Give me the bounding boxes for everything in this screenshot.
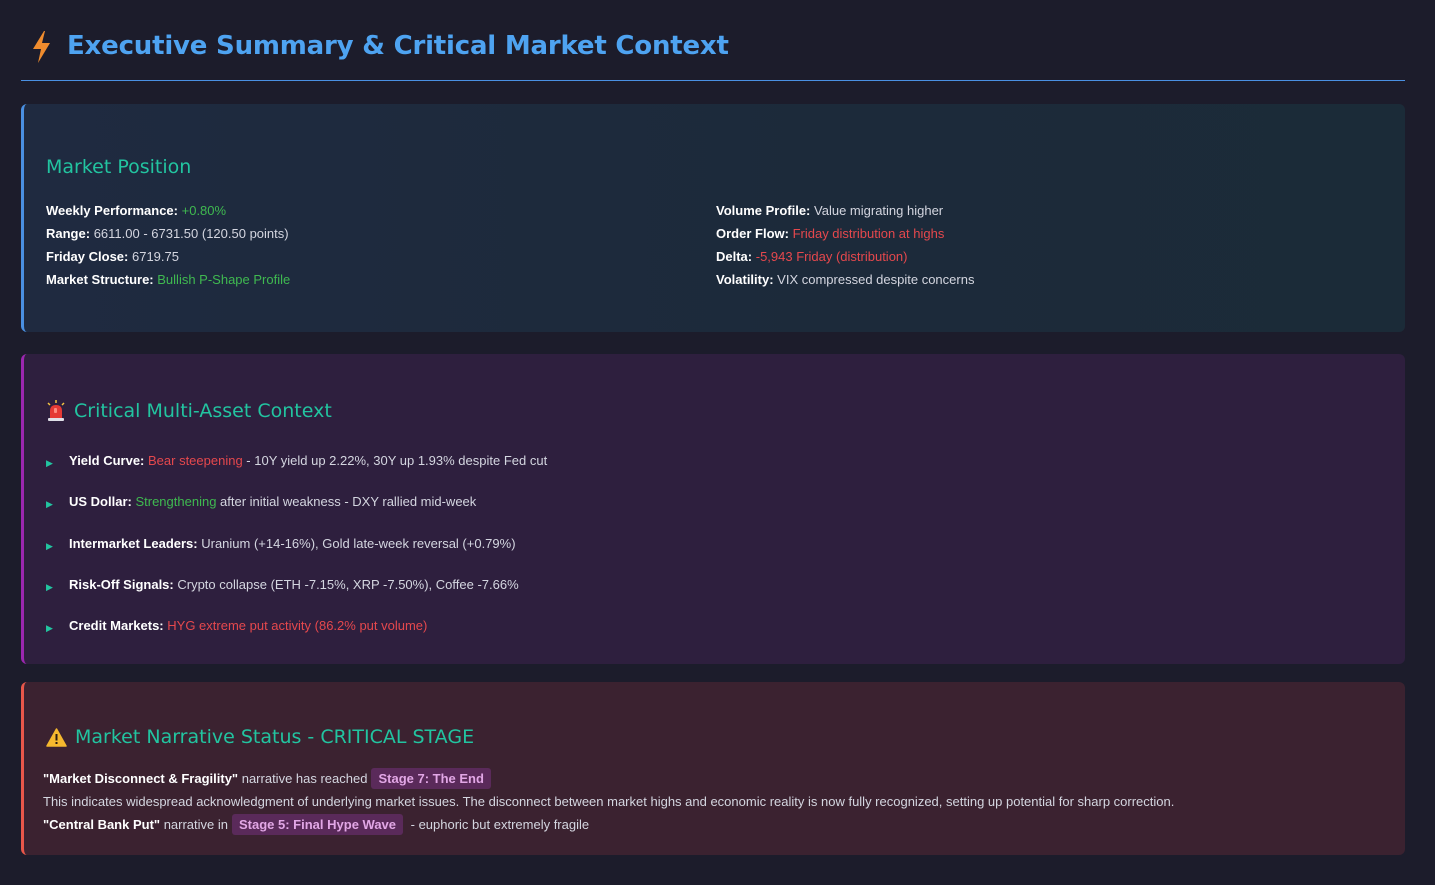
metric-row: Volatility: VIX compressed despite conce… — [716, 272, 975, 287]
list-item: ▶ Yield Curve: Bear steepening - 10Y yiel… — [46, 452, 547, 493]
metric-row: Market Structure: Bullish P-Shape Profil… — [46, 272, 291, 287]
page-title: Executive Summary & Critical Market Cont… — [67, 31, 729, 61]
page-header: Executive Summary & Critical Market Cont… — [21, 28, 1405, 81]
narrative-panel: Market Narrative Status - CRITICAL STAGE… — [21, 682, 1405, 855]
list-item: ▶ US Dollar: Strengthening after initial … — [46, 493, 547, 534]
narrative-title: Market Narrative Status - CRITICAL STAGE — [75, 726, 475, 748]
multi-asset-panel: Critical Multi-Asset Context ▶ Yield Curv… — [21, 354, 1405, 664]
list-item: ▶ Credit Markets: HYG extreme put activit… — [46, 617, 547, 658]
narrative-line-1: "Market Disconnect & Fragility" narrativ… — [43, 767, 1174, 790]
narrative-heading: Market Narrative Status - CRITICAL STAGE — [46, 726, 474, 748]
bullet-arrow-icon: ▶ — [46, 458, 53, 468]
metric-row: Friday Close: 6719.75 — [46, 249, 179, 264]
multi-asset-title: Critical Multi-Asset Context — [74, 400, 332, 422]
metric-row: Delta: -5,943 Friday (distribution) — [716, 249, 908, 264]
bullet-arrow-icon: ▶ — [46, 623, 53, 634]
multi-asset-list: ▶ Yield Curve: Bear steepening - 10Y yiel… — [46, 452, 547, 658]
metric-row: Volume Profile: Value migrating higher — [716, 203, 944, 218]
stage-badge: Stage 7: The End — [371, 768, 491, 789]
market-position-title: Market Position — [46, 156, 192, 178]
narrative-description: This indicates widespread acknowledgment… — [43, 793, 1175, 809]
list-item: ▶ Risk-Off Signals: Crypto collapse (ETH … — [46, 576, 547, 617]
market-position-panel: Market Position Weekly Performance: +0.8… — [21, 104, 1405, 332]
market-position-left-column: Weekly Performance: +0.80% Range: 6611.0… — [46, 202, 716, 294]
siren-icon — [47, 400, 65, 421]
narrative-line-3: "Central Bank Put" narrative in Stage 5:… — [43, 813, 1174, 836]
lightning-bolt-icon — [33, 31, 50, 63]
metric-row: Weekly Performance: +0.80% — [46, 203, 227, 218]
list-item: ▶ Intermarket Leaders: Uranium (+14-16%),… — [46, 535, 547, 576]
metric-row: Order Flow: Friday distribution at highs — [716, 226, 945, 241]
stage-badge: Stage 5: Final Hype Wave — [232, 814, 404, 835]
bullet-arrow-icon: ▶ — [46, 581, 53, 592]
bullet-arrow-icon: ▶ — [46, 499, 53, 510]
market-position-right-column: Volume Profile: Value migrating higher O… — [716, 202, 1386, 294]
bullet-arrow-icon: ▶ — [46, 540, 53, 551]
multi-asset-heading: Critical Multi-Asset Context — [46, 400, 332, 422]
warning-icon — [46, 727, 67, 747]
metric-row: Range: 6611.00 - 6731.50 (120.50 points) — [46, 226, 289, 241]
